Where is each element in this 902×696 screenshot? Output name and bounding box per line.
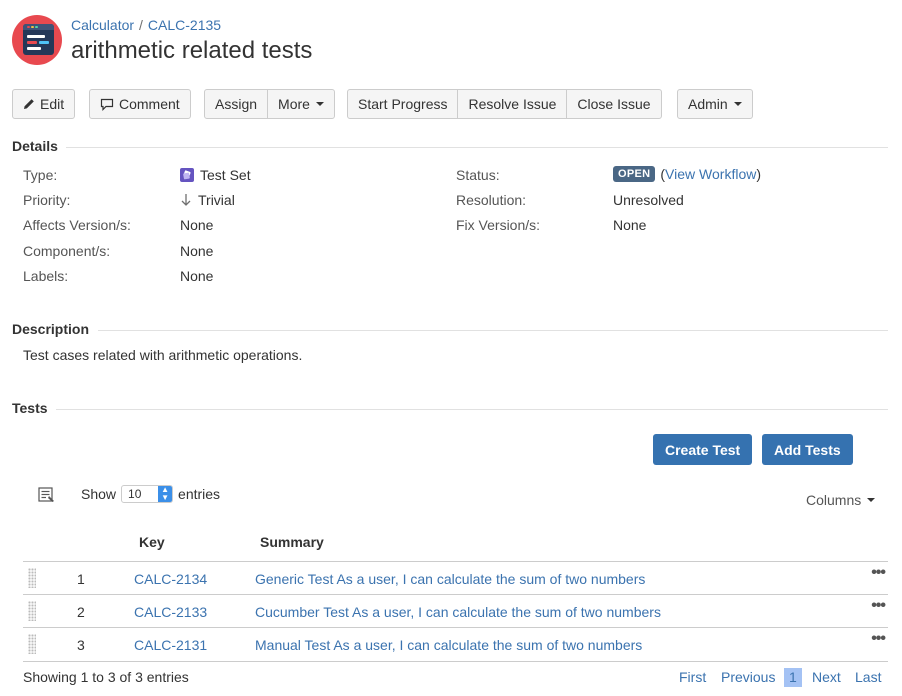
view-workflow-link[interactable]: View Workflow	[665, 166, 756, 182]
fix-version-label: Fix Version/s:	[456, 217, 541, 233]
chevron-down-icon	[733, 102, 742, 106]
comment-group: Comment	[89, 89, 191, 119]
pager-first[interactable]: First	[679, 669, 706, 685]
resolve-issue-button[interactable]: Resolve Issue	[457, 90, 566, 118]
drag-handle-icon[interactable]	[28, 601, 36, 621]
details-heading: Details	[12, 138, 58, 154]
row-actions-icon[interactable]: •••	[871, 597, 886, 615]
list-settings-icon[interactable]	[38, 487, 56, 506]
labels-value: None	[180, 268, 214, 284]
description-divider	[98, 330, 888, 331]
breadcrumb-separator: /	[139, 17, 143, 33]
edit-label: Edit	[40, 96, 65, 112]
workflow-group: Start Progress Resolve Issue Close Issue	[347, 89, 662, 119]
columns-label: Columns	[806, 492, 862, 508]
affects-value: None	[180, 217, 214, 233]
affects-label: Affects Version/s:	[23, 217, 131, 233]
table-row: 1 CALC-2134 Generic Test As a user, I ca…	[23, 561, 888, 594]
showing-info: Showing 1 to 3 of 3 entries	[23, 669, 189, 685]
assign-button[interactable]: Assign	[205, 90, 267, 118]
pager-last[interactable]: Last	[855, 669, 881, 685]
details-divider	[66, 147, 888, 148]
entries-label: entries	[178, 486, 221, 502]
column-header-summary[interactable]: Summary	[260, 534, 324, 550]
type-label: Type:	[23, 167, 58, 183]
admin-group: Admin	[677, 89, 753, 119]
chevron-down-icon	[315, 102, 324, 106]
spinner-icon: ▲ ▼	[158, 486, 173, 502]
status-paren-close: )	[756, 166, 762, 182]
description-text: Test cases related with arithmetic opera…	[23, 347, 303, 363]
comment-button[interactable]: Comment	[90, 90, 190, 118]
row-number: 1	[77, 571, 85, 587]
assign-more-group: Assign More	[204, 89, 335, 119]
description-heading: Description	[12, 321, 90, 337]
fix-version-value: None	[613, 217, 647, 233]
pager-next[interactable]: Next	[812, 669, 841, 685]
status-badge: OPEN	[613, 166, 656, 182]
tests-divider	[56, 409, 888, 410]
edit-group: Edit	[12, 89, 76, 119]
breadcrumb-issue-link[interactable]: CALC-2135	[148, 17, 221, 33]
comment-icon	[100, 98, 114, 111]
row-actions-icon[interactable]: •••	[871, 630, 886, 648]
chevron-down-icon	[867, 498, 876, 502]
arrow-down-icon	[180, 193, 192, 207]
close-issue-button[interactable]: Close Issue	[566, 90, 660, 118]
more-button[interactable]: More	[267, 90, 334, 118]
type-value: Test Set	[180, 167, 251, 183]
test-set-icon	[180, 168, 194, 182]
show-entries: Show 10 ▲ ▼ entries	[81, 485, 220, 503]
priority-value: Trivial	[180, 192, 235, 208]
admin-button[interactable]: Admin	[678, 90, 752, 118]
test-summary-link[interactable]: Cucumber Test As a user, I can calculate…	[255, 604, 661, 620]
pencil-icon	[23, 98, 35, 110]
column-header-key[interactable]: Key	[139, 534, 165, 550]
test-summary-link[interactable]: Generic Test As a user, I can calculate …	[255, 571, 645, 587]
row-number: 2	[77, 604, 85, 620]
resolution-label: Resolution:	[456, 192, 527, 208]
status-label: Status:	[456, 167, 500, 183]
issue-header: Calculator / CALC-2135 arithmetic related …	[12, 12, 892, 68]
breadcrumb: Calculator / CALC-2135	[71, 17, 221, 33]
row-number: 3	[77, 637, 85, 653]
columns-dropdown[interactable]: Columns	[806, 492, 876, 508]
more-label: More	[278, 96, 310, 112]
table-row: 3 CALC-2131 Manual Test As a user, I can…	[23, 627, 888, 660]
table-footer-divider	[23, 661, 888, 662]
add-tests-button[interactable]: Add Tests	[762, 434, 853, 465]
resolution-value: Unresolved	[613, 192, 684, 208]
show-label: Show	[81, 486, 117, 502]
row-actions-icon[interactable]: •••	[871, 564, 886, 582]
type-value-text: Test Set	[200, 167, 251, 183]
page-size-select[interactable]: 10 ▲ ▼	[121, 485, 174, 503]
table-row: 2 CALC-2133 Cucumber Test As a user, I c…	[23, 594, 888, 627]
priority-value-text: Trivial	[198, 192, 235, 208]
test-key-link[interactable]: CALC-2134	[134, 571, 207, 587]
drag-handle-icon[interactable]	[28, 568, 36, 588]
pager-current-page[interactable]: 1	[784, 668, 802, 687]
page-title: arithmetic related tests	[71, 37, 313, 64]
create-test-button[interactable]: Create Test	[653, 434, 753, 465]
priority-label: Priority:	[23, 192, 71, 208]
drag-handle-icon[interactable]	[28, 634, 36, 654]
test-key-link[interactable]: CALC-2133	[134, 604, 207, 620]
start-progress-button[interactable]: Start Progress	[348, 90, 457, 118]
test-key-link[interactable]: CALC-2131	[134, 637, 207, 653]
labels-label: Labels:	[23, 268, 69, 284]
tests-heading: Tests	[12, 400, 48, 416]
component-label: Component/s:	[23, 243, 111, 259]
comment-label: Comment	[119, 96, 180, 112]
status-value: OPEN (View Workflow)	[613, 166, 761, 182]
page-size-value: 10	[128, 487, 142, 501]
admin-label: Admin	[688, 96, 728, 112]
edit-button[interactable]: Edit	[13, 90, 74, 118]
test-summary-link[interactable]: Manual Test As a user, I can calculate t…	[255, 637, 642, 653]
component-value: None	[180, 243, 214, 259]
pager-previous[interactable]: Previous	[721, 669, 775, 685]
project-avatar-icon[interactable]	[12, 15, 62, 65]
breadcrumb-project-link[interactable]: Calculator	[71, 17, 134, 33]
